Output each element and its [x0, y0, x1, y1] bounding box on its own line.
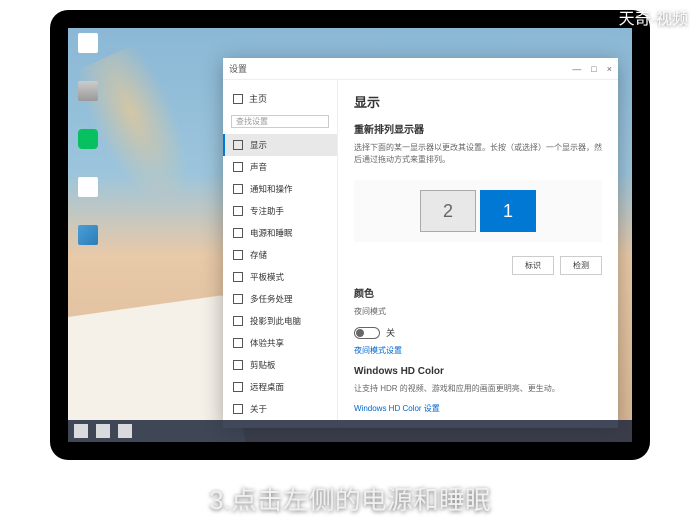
home-label: 主页: [249, 92, 267, 105]
page-title: 显示: [354, 92, 602, 111]
desktop-icon-app[interactable]: [73, 177, 103, 207]
taskbar-icon[interactable]: [96, 424, 110, 438]
rearrange-description: 选择下面的某一显示器以更改其设置。长按（或选择）一个显示器，然后通过拖动方式来重…: [354, 142, 602, 166]
hdr-description: 让支持 HDR 的视频、游戏和应用的画面更明亮、更生动。: [354, 383, 602, 395]
desktop-icon-wechat[interactable]: [73, 129, 103, 159]
nav-label: 体验共享: [250, 337, 284, 349]
hdr-settings-link[interactable]: Windows HD Color 设置: [354, 403, 602, 414]
window-titlebar: 设置 — □ ×: [223, 58, 618, 80]
nav-item-1[interactable]: 声音: [223, 156, 337, 178]
video-caption: 3.点击左侧的电源和睡眠: [0, 480, 700, 517]
nav-item-6[interactable]: 平板模式: [223, 266, 337, 288]
hdr-heading: Windows HD Color: [354, 366, 602, 377]
nav-item-0[interactable]: 显示: [223, 134, 337, 156]
night-mode-label: 夜间模式: [354, 306, 602, 318]
nav-item-12[interactable]: 关于: [223, 398, 337, 420]
taskbar-icon[interactable]: [118, 424, 132, 438]
maximize-button[interactable]: □: [591, 64, 596, 74]
desktop-screen: slow living feeling also bring 设置 — □ ×: [68, 28, 632, 442]
nav-label: 电源和睡眠: [250, 227, 293, 239]
nav-item-9[interactable]: 体验共享: [223, 332, 337, 354]
search-input[interactable]: 查找设置: [231, 115, 329, 128]
nav-icon: [233, 404, 243, 414]
toggle-state: 关: [386, 326, 395, 339]
start-icon[interactable]: [74, 424, 88, 438]
detect-button[interactable]: 检测: [560, 256, 602, 275]
night-mode-toggle[interactable]: 关: [354, 326, 602, 339]
nav-item-10[interactable]: 剪贴板: [223, 354, 337, 376]
nav-icon: [233, 272, 243, 282]
nav-label: 剪贴板: [250, 359, 276, 371]
nav-label: 远程桌面: [250, 381, 284, 393]
nav-icon: [233, 316, 243, 326]
tablet-frame: slow living feeling also bring 设置 — □ ×: [50, 10, 650, 460]
monitor-1[interactable]: 1: [480, 190, 536, 232]
monitor-2[interactable]: 2: [420, 190, 476, 232]
monitor-buttons: 标识 检测: [354, 256, 602, 275]
nav-label: 声音: [250, 161, 267, 173]
nav-label: 存储: [250, 249, 267, 261]
watermark-bl-text: 天奇生活: [28, 461, 72, 477]
nav-item-3[interactable]: 专注助手: [223, 200, 337, 222]
window-controls: — □ ×: [572, 64, 612, 74]
nav-label: 平板模式: [250, 271, 284, 283]
minimize-button[interactable]: —: [572, 64, 581, 74]
desktop-icon-file[interactable]: [73, 33, 103, 63]
nav-icon: [233, 162, 243, 172]
settings-content: 显示 重新排列显示器 选择下面的某一显示器以更改其设置。长按（或选择）一个显示器…: [338, 80, 618, 428]
close-button[interactable]: ×: [607, 64, 612, 74]
watermark-icon: Q: [10, 462, 24, 476]
nav-icon: [233, 140, 243, 150]
nav-label: 显示: [250, 139, 267, 151]
nav-icon: [233, 228, 243, 238]
color-heading: 颜色: [354, 285, 602, 300]
nav-icon: [233, 360, 243, 370]
home-button[interactable]: 主页: [223, 88, 337, 109]
nav-item-2[interactable]: 通知和操作: [223, 178, 337, 200]
search-placeholder: 查找设置: [236, 116, 268, 127]
rearrange-heading: 重新排列显示器: [354, 121, 602, 136]
nav-icon: [233, 294, 243, 304]
settings-window: 设置 — □ × 主页 查找设置 显示声音通知和操作专注助手电源和睡眠存储平: [223, 58, 618, 428]
nav-list: 显示声音通知和操作专注助手电源和睡眠存储平板模式多任务处理投影到此电脑体验共享剪…: [223, 134, 337, 420]
toggle-switch-icon: [354, 327, 380, 339]
nav-icon: [233, 250, 243, 260]
desktop-icons: [73, 33, 103, 255]
desktop-icon-thispc[interactable]: [73, 225, 103, 255]
window-body: 主页 查找设置 显示声音通知和操作专注助手电源和睡眠存储平板模式多任务处理投影到…: [223, 80, 618, 428]
nav-item-11[interactable]: 远程桌面: [223, 376, 337, 398]
desktop-icon-trash[interactable]: [73, 81, 103, 111]
nav-label: 多任务处理: [250, 293, 293, 305]
night-settings-link[interactable]: 夜间模式设置: [354, 345, 602, 356]
nav-label: 通知和操作: [250, 183, 293, 195]
nav-icon: [233, 206, 243, 216]
settings-sidebar: 主页 查找设置 显示声音通知和操作专注助手电源和睡眠存储平板模式多任务处理投影到…: [223, 80, 338, 428]
nav-item-8[interactable]: 投影到此电脑: [223, 310, 337, 332]
monitor-arrangement[interactable]: 2 1: [354, 180, 602, 242]
nav-icon: [233, 184, 243, 194]
nav-label: 专注助手: [250, 205, 284, 217]
taskbar[interactable]: [68, 420, 632, 442]
watermark-bottom-left: Q 天奇生活: [10, 461, 72, 477]
nav-item-7[interactable]: 多任务处理: [223, 288, 337, 310]
watermark-top-right: 天奇·视频: [619, 5, 688, 29]
identify-button[interactable]: 标识: [512, 256, 554, 275]
window-title: 设置: [229, 62, 247, 75]
nav-label: 投影到此电脑: [250, 315, 301, 327]
nav-item-4[interactable]: 电源和睡眠: [223, 222, 337, 244]
nav-icon: [233, 382, 243, 392]
nav-icon: [233, 338, 243, 348]
home-icon: [233, 94, 243, 104]
nav-item-5[interactable]: 存储: [223, 244, 337, 266]
nav-label: 关于: [250, 403, 267, 415]
